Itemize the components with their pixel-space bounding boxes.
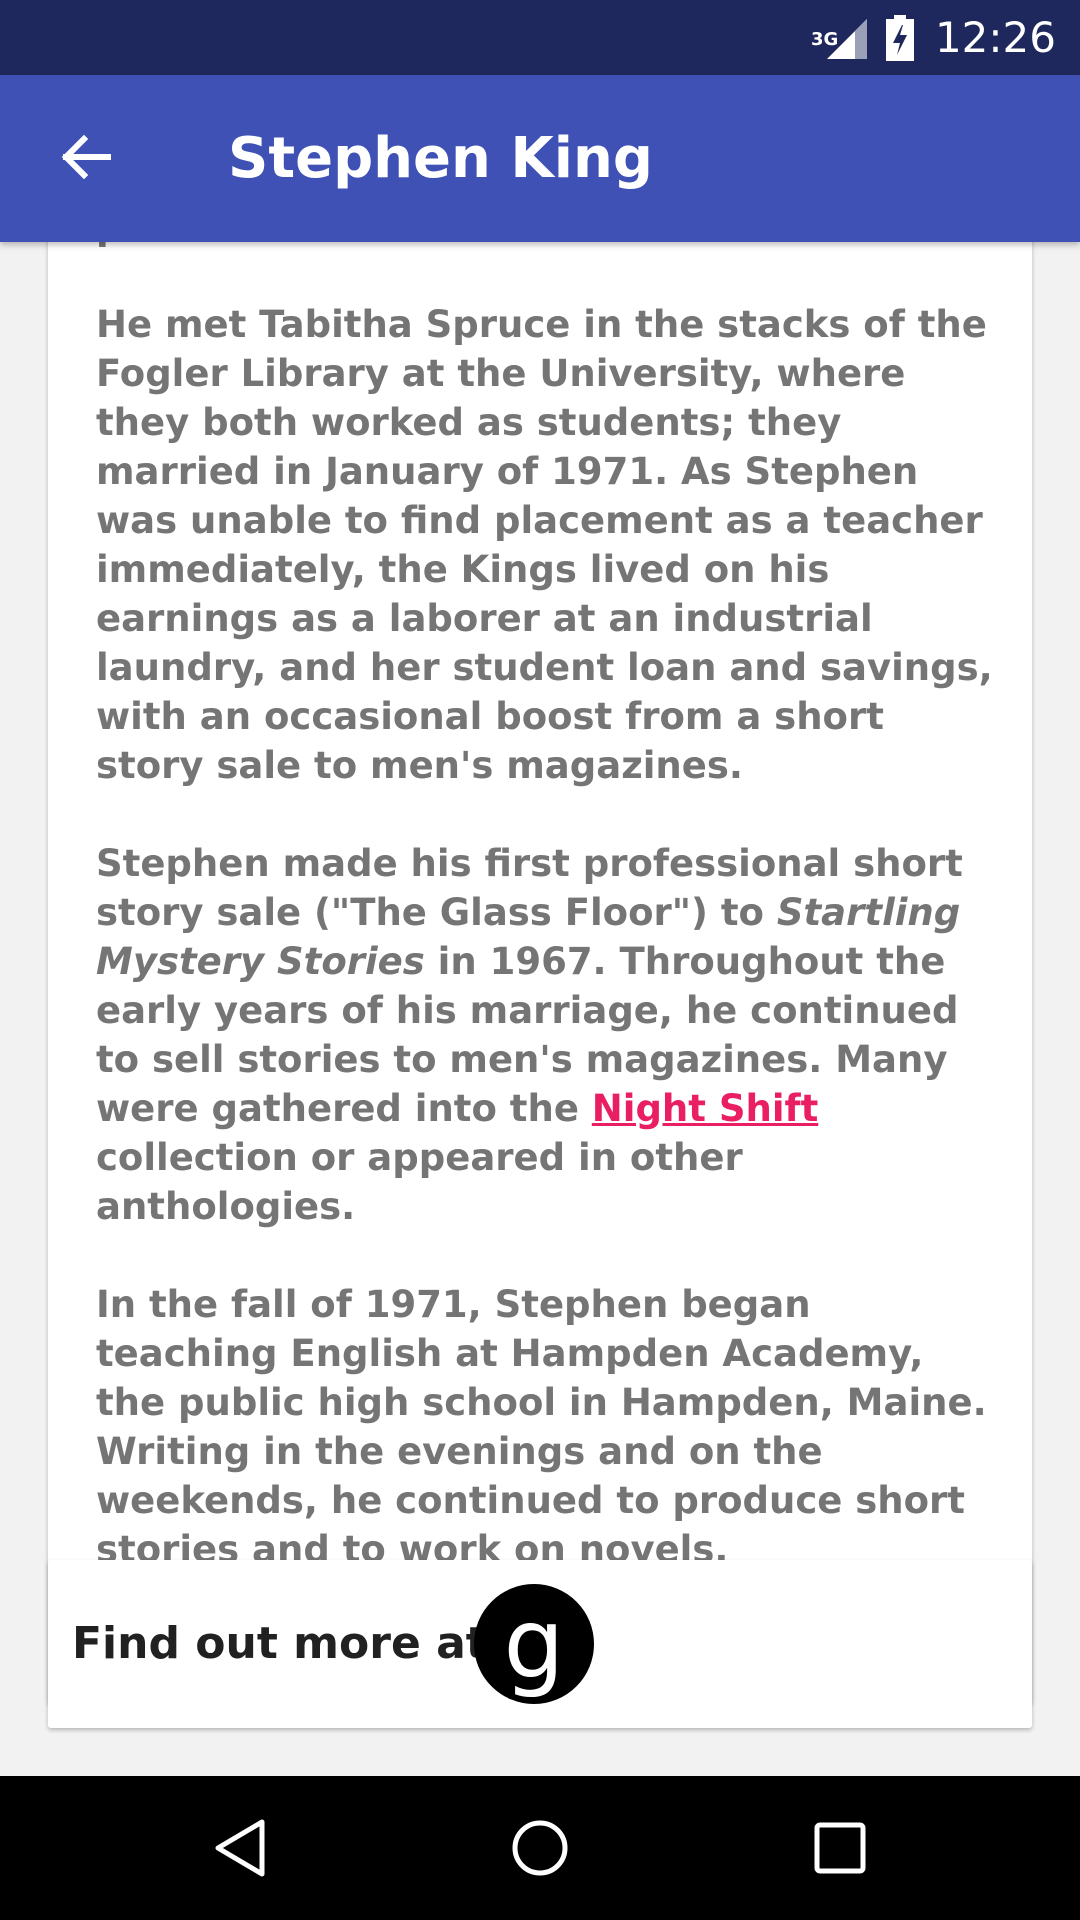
signal-icon: 3G [811, 15, 871, 61]
logo-letter: g [503, 1588, 565, 1700]
find-out-more-card: Find out more at g [48, 1560, 1032, 1728]
network-type-label: 3G [810, 28, 839, 50]
status-bar: 3G 12:26 [0, 0, 1080, 75]
status-clock: 12:26 [934, 13, 1056, 62]
battery-charging-icon [885, 14, 915, 61]
bio-partial-line: punctured eardrums. [96, 242, 996, 251]
status-icons: 3G 12:26 [811, 0, 1056, 75]
content-scroll[interactable]: punctured eardrums. He met Tabitha Spruc… [0, 242, 1080, 1776]
bio-paragraph: In the fall of 1971, Stephen began teach… [96, 1283, 987, 1571]
find-out-more-label: Find out more at [72, 1618, 487, 1669]
bio-paragraph: Stephen made his first professional shor… [96, 839, 996, 1231]
bio-text: punctured eardrums. He met Tabitha Spruc… [96, 242, 996, 1574]
bio-text-segment: collection or appeared in other antholog… [96, 1136, 743, 1228]
page-title: Stephen King [228, 126, 653, 191]
nav-recents-icon[interactable] [804, 1812, 876, 1884]
arrow-back-icon[interactable] [48, 121, 120, 193]
bio-card: punctured eardrums. He met Tabitha Spruc… [48, 242, 1032, 1704]
nav-back-icon[interactable] [204, 1812, 276, 1884]
nav-home-icon[interactable] [504, 1812, 576, 1884]
bio-paragraph: He met Tabitha Spruce in the stacks of t… [96, 303, 993, 787]
goodreads-logo-icon[interactable]: g [474, 1584, 594, 1704]
night-shift-link[interactable]: Night Shift [592, 1087, 819, 1130]
app-bar: Stephen King [0, 75, 1080, 242]
system-nav-bar [0, 1776, 1080, 1920]
